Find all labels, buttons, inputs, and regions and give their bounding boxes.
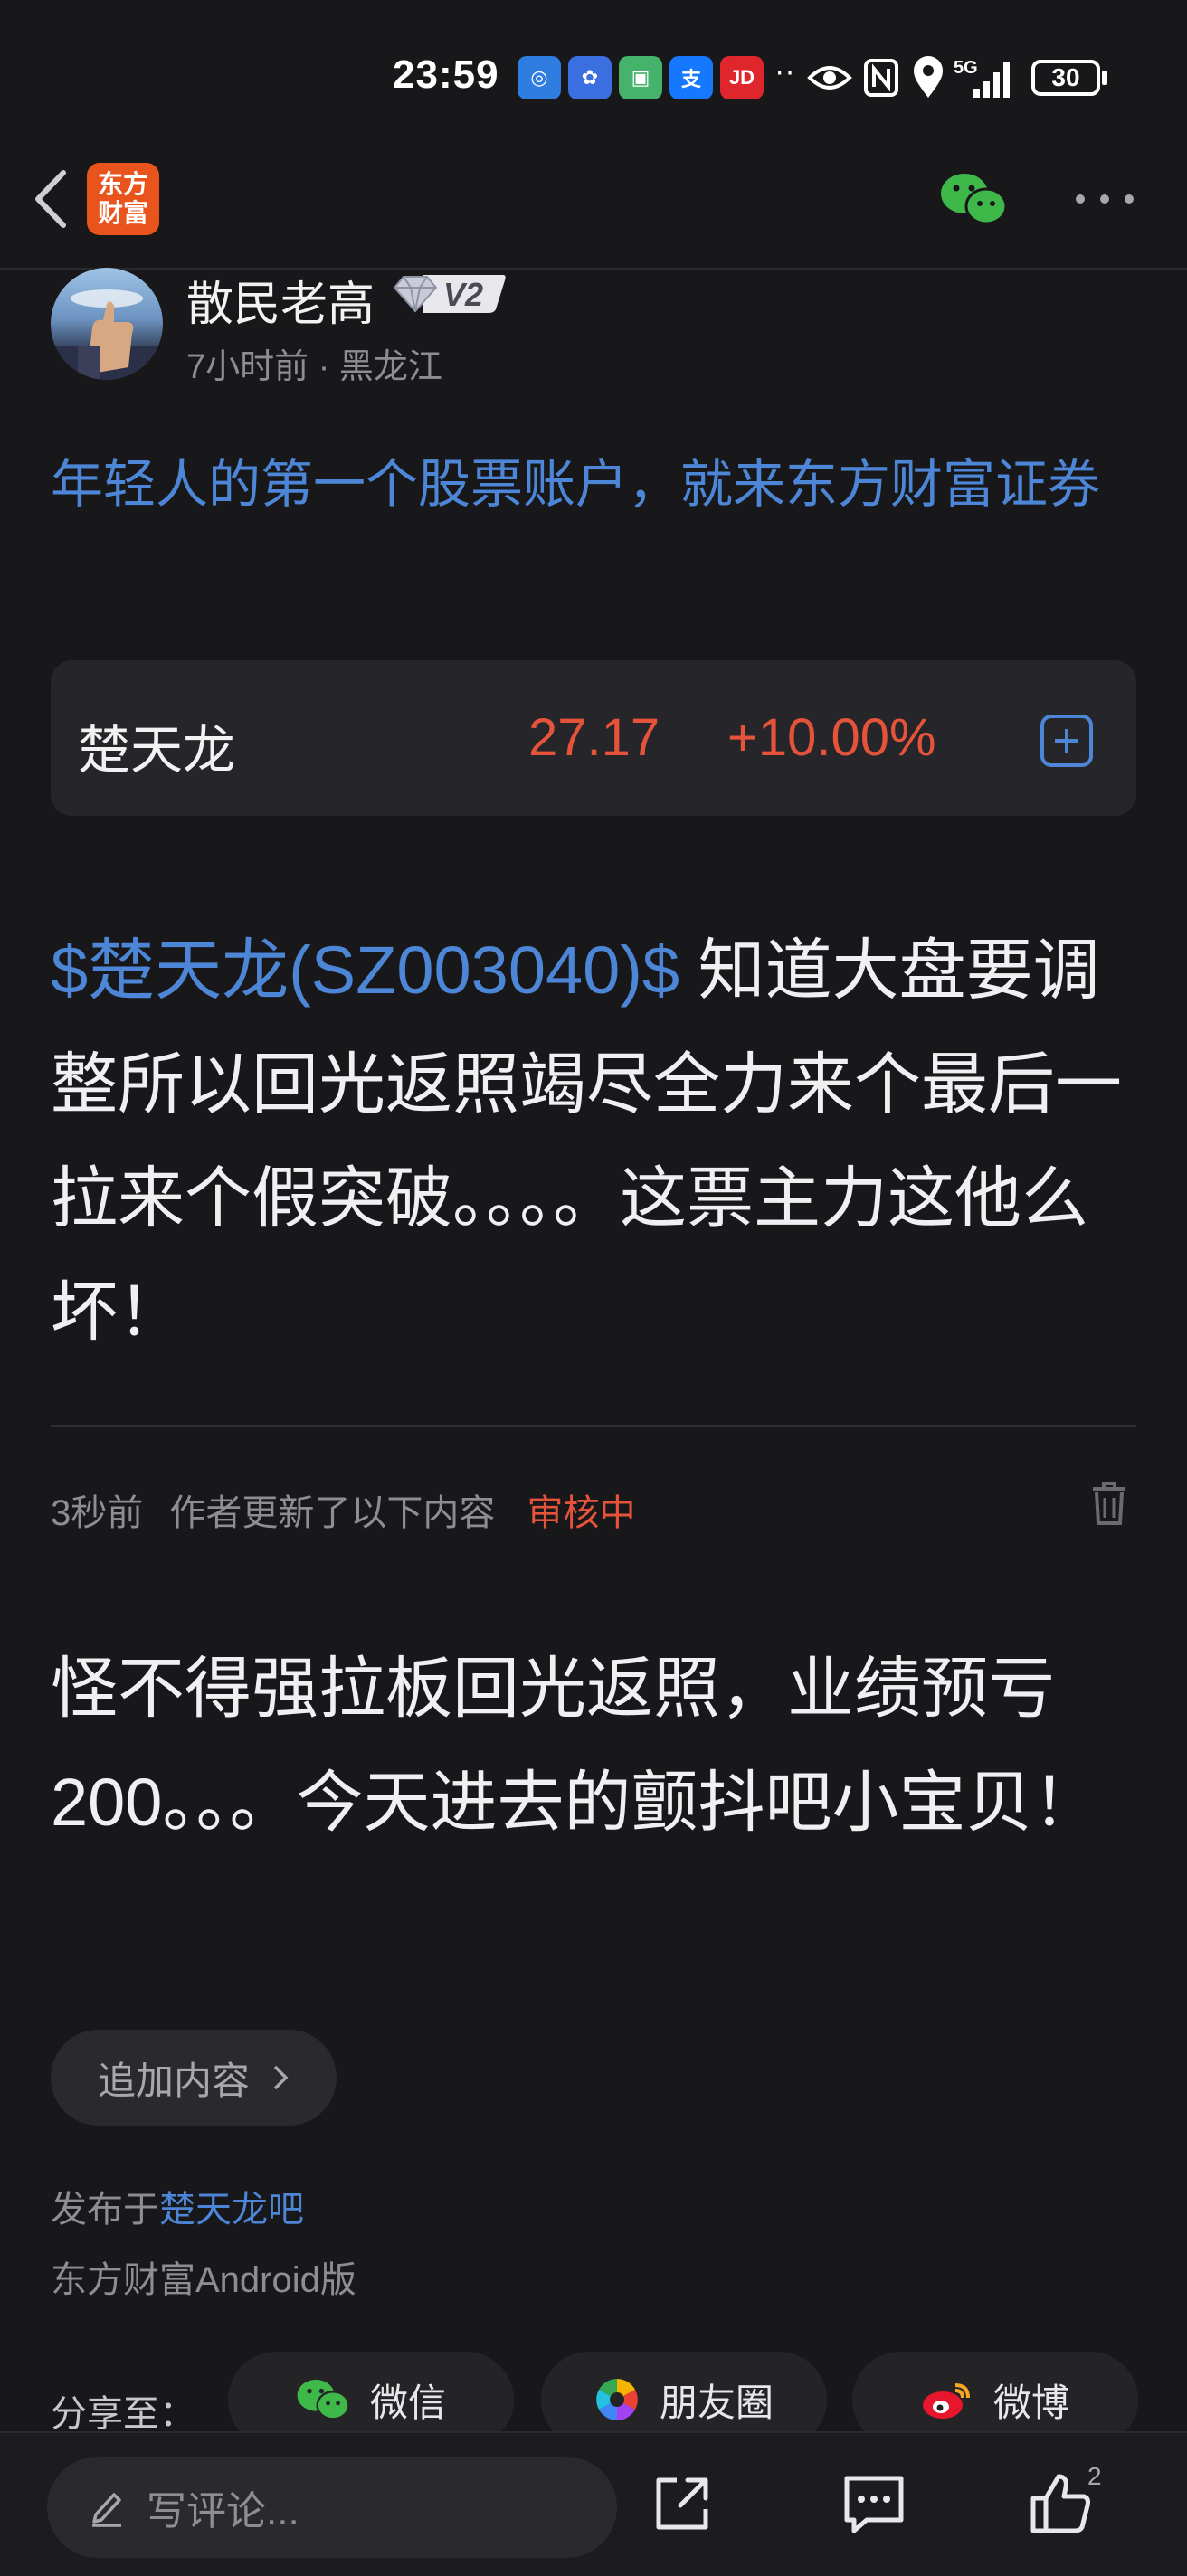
battery-tip bbox=[1102, 71, 1107, 85]
eye-icon bbox=[807, 66, 852, 90]
moments-icon bbox=[596, 2379, 638, 2420]
share-out-icon[interactable] bbox=[648, 2469, 717, 2538]
nav-divider bbox=[0, 268, 1187, 270]
battery-level: 30 bbox=[1051, 63, 1080, 91]
update-label: 作者更新了以下内容 bbox=[169, 1493, 496, 1533]
location-icon bbox=[914, 56, 943, 98]
chevron-right-icon bbox=[273, 2065, 289, 2090]
stock-price: 27.17 bbox=[528, 708, 660, 767]
avatar[interactable] bbox=[51, 268, 163, 380]
comment-placeholder: 写评论... bbox=[147, 2489, 299, 2533]
baidu-app-icon: ✿ bbox=[568, 56, 612, 99]
more-options-icon[interactable] bbox=[1073, 190, 1136, 208]
jd-app-icon: JD bbox=[720, 56, 764, 99]
post-update-content: 怪不得强拉板回光返照，业绩预亏200。。。今天进去的颤抖吧小宝贝！ bbox=[51, 1651, 1100, 1840]
forum-link[interactable]: 楚天龙吧 bbox=[159, 2190, 304, 2230]
bottom-action-bar: 写评论... 2 bbox=[0, 2431, 1187, 2576]
wechat-share-icon[interactable] bbox=[939, 170, 1008, 228]
like-count: 2 bbox=[1087, 2462, 1102, 2490]
comment-icon[interactable] bbox=[840, 2469, 908, 2538]
battery-icon: 30 bbox=[1031, 60, 1100, 96]
stock-change: +10.00% bbox=[727, 708, 936, 767]
app-logo-line2: 财富 bbox=[97, 199, 148, 227]
trash-icon[interactable] bbox=[1089, 1480, 1129, 1527]
alipay-app-icon: 支 bbox=[669, 56, 713, 99]
stock-tag-link[interactable]: $楚天龙(SZ003040)$ bbox=[51, 933, 679, 1008]
content-divider bbox=[51, 1425, 1136, 1427]
wechat-icon bbox=[297, 2379, 350, 2420]
comment-input[interactable]: 写评论... bbox=[47, 2457, 617, 2558]
vip-badge: V2 bbox=[391, 271, 508, 317]
stock-quote-card[interactable]: 楚天龙 27.17 +10.00% bbox=[51, 660, 1136, 816]
author-name[interactable]: 散民老高 bbox=[186, 266, 375, 334]
nfc-icon bbox=[864, 59, 898, 97]
post-content: $楚天龙(SZ003040)$ 知道大盘要调整所以回光返照竭尽全力来个最后一拉来… bbox=[51, 914, 1145, 1369]
published-prefix: 发布于 bbox=[51, 2190, 159, 2230]
app-logo-line1: 东方 bbox=[97, 170, 148, 198]
published-in: 发布于楚天龙吧 bbox=[51, 2180, 304, 2232]
share-moments-label: 朋友圈 bbox=[659, 2381, 774, 2424]
back-arrow-icon[interactable] bbox=[25, 167, 80, 231]
review-status: 审核中 bbox=[527, 1493, 636, 1533]
add-content-label: 追加内容 bbox=[97, 2059, 250, 2102]
security-app-icon: ▣ bbox=[619, 56, 662, 99]
update-notice: 3秒前 作者更新了以下内容 审核中 bbox=[51, 1483, 636, 1536]
app-logo[interactable]: 东方 财富 bbox=[87, 163, 159, 235]
update-time: 3秒前 bbox=[51, 1493, 144, 1533]
promo-link[interactable]: 年轻人的第一个股票账户，就来东方财富证券 bbox=[51, 443, 1145, 526]
pencil-icon bbox=[92, 2493, 121, 2527]
weibo-icon bbox=[922, 2383, 970, 2419]
avatar-thumbs-up-image bbox=[51, 289, 163, 380]
status-bar: 23:59 ◎ ✿ ▣ 支 JD ·· 5G 30 bbox=[0, 0, 1187, 154]
like-thumb-icon[interactable] bbox=[1026, 2469, 1095, 2538]
post-meta: 7小时前 · 黑龙江 bbox=[186, 348, 442, 386]
share-wechat-label: 微信 bbox=[369, 2381, 446, 2424]
client-info: 东方财富Android版 bbox=[51, 2260, 356, 2300]
browser-app-icon: ◎ bbox=[518, 56, 561, 99]
share-weibo-label: 微博 bbox=[992, 2381, 1069, 2424]
vip-level: V2 bbox=[443, 276, 484, 313]
stock-name: 楚天龙 bbox=[78, 721, 236, 780]
share-label: 分享至： bbox=[51, 2394, 195, 2434]
add-watchlist-icon[interactable] bbox=[1040, 715, 1093, 767]
add-content-button[interactable]: 追加内容 bbox=[51, 2030, 337, 2126]
more-notifications-icon: ·· bbox=[774, 54, 795, 89]
status-time: 23:59 bbox=[393, 52, 499, 97]
signal-icon bbox=[973, 62, 1010, 98]
